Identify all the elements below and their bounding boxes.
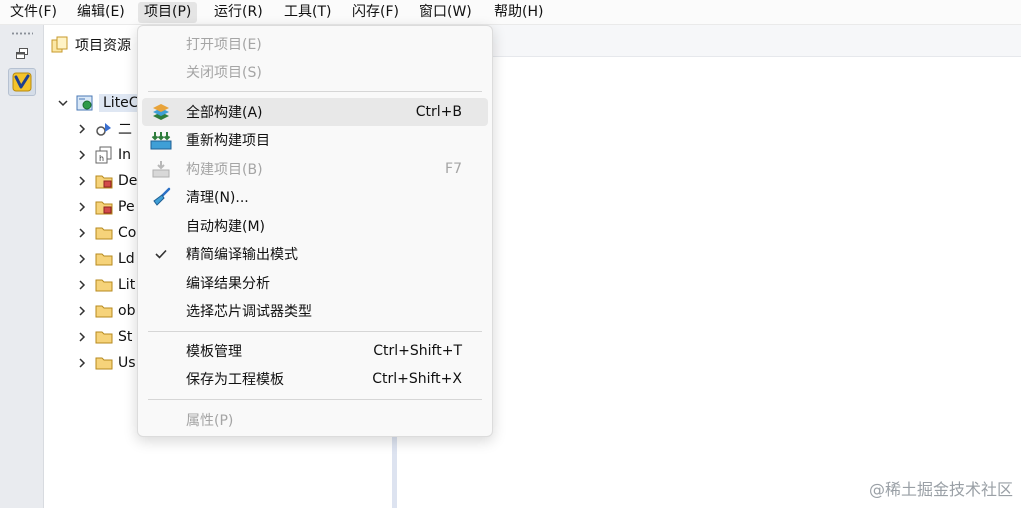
tree-item-folder[interactable]: Co <box>75 221 136 245</box>
tree-item-folder[interactable]: Us <box>75 351 136 375</box>
menu-item-label: 全部构建(A) <box>186 105 263 121</box>
menu-item-shortcut: Ctrl+Shift+T <box>373 343 462 359</box>
menu-item-label: 构建项目(B) <box>186 162 263 178</box>
menu-item-label: 关闭项目(S) <box>186 65 262 81</box>
clean-broom-icon <box>150 186 172 208</box>
chevron-right-icon[interactable] <box>75 304 89 318</box>
menu-bar: 文件(F) 编辑(E) 项目(P) 运行(R) 工具(T) 闪存(F) 窗口(W… <box>0 0 1021 25</box>
menu-item-open-project[interactable]: 打开项目(E) <box>142 30 488 58</box>
tree-item-label: St <box>118 329 133 345</box>
menu-item-save-as-template[interactable]: 保存为工程模板 Ctrl+Shift+X <box>142 365 488 393</box>
chevron-right-icon[interactable] <box>75 252 89 266</box>
folder-icon <box>95 328 113 346</box>
menu-item-label: 自动构建(M) <box>186 219 266 235</box>
folder-icon <box>95 224 113 242</box>
project-icon <box>76 94 94 112</box>
tree-item-label: In <box>118 147 132 163</box>
menu-item-close-project[interactable]: 关闭项目(S) <box>142 58 488 86</box>
menu-run[interactable]: 运行(R) <box>208 2 269 23</box>
package-folder-icon <box>95 172 113 190</box>
tree-item-label: Us <box>118 355 136 371</box>
chevron-right-icon[interactable] <box>75 200 89 214</box>
menu-item-compile-analysis[interactable]: 编译结果分析 <box>142 269 488 297</box>
tree-item-project-root[interactable]: LiteC <box>56 91 143 115</box>
menu-item-label: 编译结果分析 <box>186 276 270 292</box>
tree-item-label: Pe <box>118 199 135 215</box>
rebuild-icon <box>150 129 172 151</box>
build-all-icon <box>150 101 172 123</box>
menu-separator <box>148 91 482 92</box>
project-menu-dropdown: 打开项目(E) 关闭项目(S) 全部构建(A) Ctrl+B 重新构建项目 构建… <box>137 25 493 437</box>
tree-item-label: Ld <box>118 251 135 267</box>
restore-view-icon[interactable] <box>13 45 31 61</box>
chevron-down-icon[interactable] <box>56 96 70 110</box>
tree-item-folder[interactable]: Ld <box>75 247 135 271</box>
project-explorer-icon <box>51 36 69 54</box>
menu-help[interactable]: 帮助(H) <box>488 2 549 23</box>
build-project-icon <box>150 158 172 180</box>
drag-grip-icon[interactable] <box>11 32 33 35</box>
tree-item-label: Co <box>118 225 137 241</box>
menu-item-properties[interactable]: 属性(P) <box>142 406 488 434</box>
menu-item-label: 保存为工程模板 <box>186 372 284 388</box>
tree-item-label: 二 <box>118 122 132 138</box>
menu-file[interactable]: 文件(F) <box>4 2 63 23</box>
menu-tools[interactable]: 工具(T) <box>278 2 337 23</box>
menu-item-select-debugger-type[interactable]: 选择芯片调试器类型 <box>142 297 488 325</box>
chevron-right-icon[interactable] <box>75 330 89 344</box>
menu-item-auto-build[interactable]: 自动构建(M) <box>142 212 488 240</box>
watermark-text: @稀土掘金技术社区 <box>868 480 1013 499</box>
menu-item-compact-output-mode[interactable]: 精简编译输出模式 <box>142 240 488 268</box>
menu-project[interactable]: 项目(P) <box>138 2 198 23</box>
chevron-right-icon[interactable] <box>75 356 89 370</box>
menu-item-clean[interactable]: 清理(N)... <box>142 183 488 211</box>
menu-item-label: 精简编译输出模式 <box>186 247 298 263</box>
project-explorer-view-icon[interactable] <box>8 68 36 96</box>
tree-item-label: ob <box>118 303 136 319</box>
left-toolbar <box>0 25 44 508</box>
menu-item-template-manager[interactable]: 模板管理 Ctrl+Shift+T <box>142 337 488 365</box>
tree-item-label: Lit <box>118 277 136 293</box>
menu-item-shortcut: Ctrl+Shift+X <box>372 371 462 387</box>
tree-item-package-folder[interactable]: Pe <box>75 195 135 219</box>
tree-item-folder[interactable]: ob <box>75 299 135 323</box>
chevron-right-icon[interactable] <box>75 278 89 292</box>
menu-item-label: 重新构建项目 <box>186 133 270 149</box>
package-folder-icon <box>95 198 113 216</box>
folder-icon <box>95 302 113 320</box>
menu-edit[interactable]: 编辑(E) <box>71 2 131 23</box>
menu-item-label: 选择芯片调试器类型 <box>186 304 312 320</box>
menu-item-shortcut: F7 <box>445 161 462 177</box>
menu-item-label: 属性(P) <box>186 413 234 429</box>
chevron-right-icon[interactable] <box>75 174 89 188</box>
menu-separator <box>148 331 482 332</box>
chevron-right-icon[interactable] <box>75 122 89 136</box>
menu-item-rebuild-project[interactable]: 重新构建项目 <box>142 126 488 154</box>
includes-icon: h <box>95 146 113 164</box>
chevron-right-icon[interactable] <box>75 148 89 162</box>
menu-item-shortcut: Ctrl+B <box>415 104 462 120</box>
tree-item-includes[interactable]: h In <box>75 143 131 167</box>
tree-item-binaries[interactable]: 二 <box>75 117 132 141</box>
folder-icon <box>95 276 113 294</box>
folder-icon <box>95 250 113 268</box>
menu-item-build-project[interactable]: 构建项目(B) F7 <box>142 155 488 183</box>
project-explorer-title: 项目资源 <box>75 38 131 54</box>
menu-separator <box>148 399 482 400</box>
check-icon <box>150 243 172 265</box>
tree-item-folder[interactable]: St <box>75 325 132 349</box>
folder-icon <box>95 354 113 372</box>
menu-item-build-all[interactable]: 全部构建(A) Ctrl+B <box>142 98 488 126</box>
menu-item-label: 打开项目(E) <box>186 37 262 53</box>
svg-text:h: h <box>99 154 104 163</box>
tree-item-label: De <box>118 173 138 189</box>
tree-item-folder[interactable]: Lit <box>75 273 135 297</box>
tree-item-package-folder[interactable]: De <box>75 169 137 193</box>
menu-item-label: 模板管理 <box>186 344 242 360</box>
menu-window[interactable]: 窗口(W) <box>413 2 478 23</box>
binaries-icon <box>95 120 113 138</box>
menu-item-label: 清理(N)... <box>186 190 249 206</box>
chevron-right-icon[interactable] <box>75 226 89 240</box>
menu-flash[interactable]: 闪存(F) <box>346 2 405 23</box>
